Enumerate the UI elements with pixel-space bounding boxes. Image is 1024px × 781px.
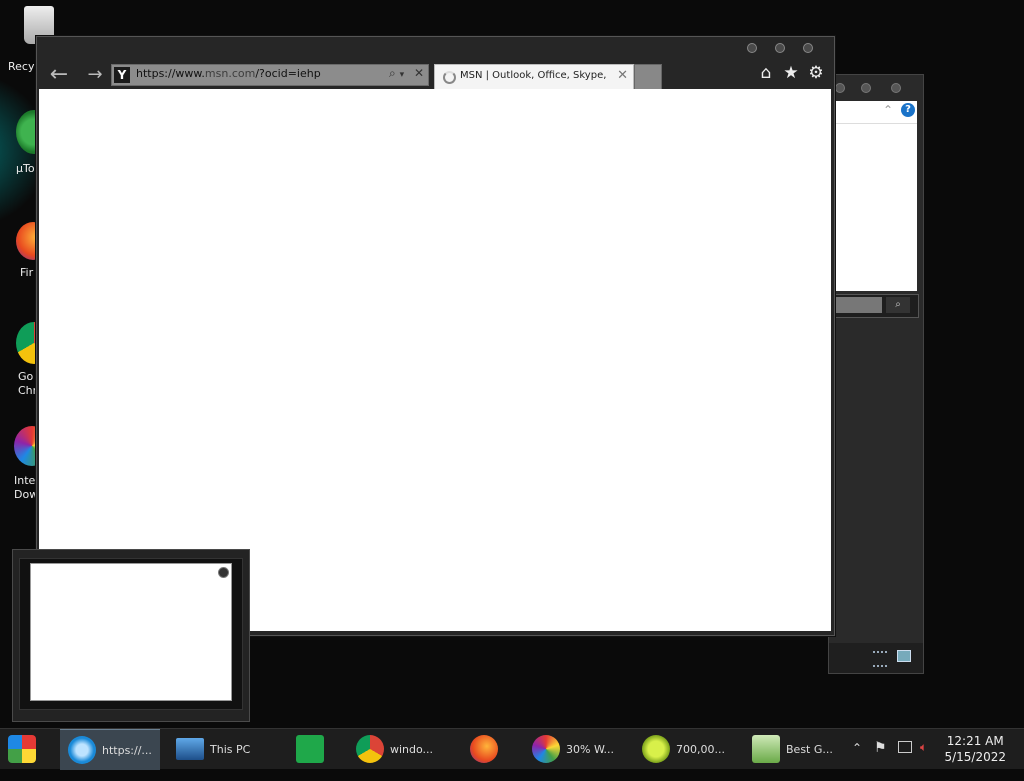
background-search[interactable]: ⌕	[835, 294, 919, 318]
url-prefix: https://www.	[136, 67, 205, 80]
desktop-icon-label: Inte Dow	[14, 474, 39, 501]
settings-gear-icon[interactable]: ⚙	[806, 63, 826, 83]
minimize-button[interactable]	[747, 43, 757, 53]
favorites-star-icon[interactable]: ★	[781, 63, 801, 83]
url-domain: msn.com	[204, 67, 256, 80]
desktop-icon-label: µTo	[16, 162, 35, 175]
url-suffix: /?ocid=iehp	[255, 67, 321, 80]
maximize-button[interactable]	[861, 83, 871, 93]
thumbnail-frame	[19, 558, 243, 710]
taskbar-clock[interactable]: 12:21 AM 5/15/2022	[944, 733, 1006, 765]
taskbar-item-store[interactable]	[288, 729, 344, 769]
taskbar-item-label: https://...	[102, 743, 152, 757]
desktop-icon-label: Fir	[20, 266, 34, 279]
taskbar-item-label: This PC	[210, 742, 251, 756]
clock-date: 5/15/2022	[944, 750, 1006, 764]
idm-icon	[532, 735, 560, 763]
computer-icon	[176, 738, 204, 760]
store-icon	[296, 735, 324, 763]
address-tools: ⌕ ▾ ✕	[389, 66, 424, 81]
help-icon[interactable]: ?	[901, 103, 915, 117]
taskbar: https://... This PC windo... 30% W... 70…	[0, 728, 1024, 770]
firefox-icon	[470, 735, 498, 763]
thumbnail-image[interactable]	[30, 563, 232, 701]
taskbar-item-label: 700,00...	[676, 742, 725, 756]
background-window[interactable]: ⌃ ? ⌕	[828, 74, 924, 674]
back-button[interactable]: ←	[45, 63, 73, 87]
taskbar-item-chrome[interactable]: windo...	[348, 729, 460, 769]
taskbar-item-firefox[interactable]	[462, 729, 518, 769]
network-icon[interactable]	[898, 741, 912, 781]
search-input[interactable]	[836, 297, 882, 313]
taskbar-item-label: Best G...	[786, 742, 833, 756]
site-favicon-icon: Y	[114, 67, 130, 83]
tab-close-icon[interactable]: ✕	[617, 68, 628, 83]
search-icon[interactable]: ⌕	[886, 297, 910, 313]
chevron-up-icon: ⌃	[852, 741, 863, 755]
large-icons-view-icon[interactable]	[897, 650, 911, 662]
action-center-flag-icon[interactable]: ⚑	[874, 740, 887, 780]
close-button[interactable]	[891, 83, 901, 93]
address-bar[interactable]: Y https://www.msn.com/?ocid=iehp ⌕ ▾ ✕	[111, 64, 429, 86]
internet-explorer-icon	[68, 736, 96, 764]
desktop-icon-label: Go Chr	[18, 370, 38, 397]
background-window-pane	[835, 101, 917, 291]
taskbar-item-label: 30% W...	[566, 742, 615, 756]
taskbar-item-label: windo...	[390, 742, 434, 756]
tab-title: MSN | Outlook, Office, Skype, Bi...	[460, 70, 610, 81]
home-icon[interactable]: ⌂	[756, 63, 776, 83]
arrow-left-icon: ←	[49, 62, 69, 87]
app-s-icon	[642, 735, 670, 763]
loading-spinner-icon	[443, 71, 456, 84]
stop-icon[interactable]: ✕	[414, 66, 424, 80]
taskbar-item-ie[interactable]: https://...	[60, 729, 160, 770]
volume-muted-icon[interactable]: 🔈︎	[920, 740, 927, 780]
background-window-statusbar	[829, 643, 923, 673]
installer-icon	[752, 735, 780, 763]
address-url[interactable]: https://www.msn.com/?ocid=iehp	[136, 67, 321, 80]
close-button[interactable]	[803, 43, 813, 53]
taskbar-item-this-pc[interactable]: This PC	[168, 729, 286, 769]
new-tab-button[interactable]	[634, 64, 662, 90]
dropdown-icon[interactable]: ▾	[400, 70, 405, 80]
taskbar-item-idm[interactable]: 30% W...	[524, 729, 628, 769]
clock-time: 12:21 AM	[946, 734, 1004, 748]
minimize-button[interactable]	[835, 83, 845, 93]
details-view-icon[interactable]	[873, 651, 887, 667]
forward-button[interactable]: →	[81, 63, 109, 87]
show-hidden-icons-button[interactable]: ⌃	[852, 741, 862, 781]
arrow-right-icon: →	[87, 64, 103, 85]
start-button[interactable]	[0, 729, 56, 769]
start-orb-icon	[8, 735, 36, 763]
browser-tab[interactable]: MSN | Outlook, Office, Skype, Bi... ✕	[434, 64, 634, 89]
maximize-button[interactable]	[775, 43, 785, 53]
thumbnail-close-icon[interactable]	[218, 567, 229, 578]
taskbar-thumbnail-preview[interactable]	[12, 549, 250, 722]
taskbar-item-app-s[interactable]: 700,00...	[634, 729, 738, 769]
chrome-icon	[356, 735, 384, 763]
taskbar-item-installer[interactable]: Best G...	[744, 729, 844, 769]
chevron-up-icon[interactable]: ⌃	[883, 103, 893, 117]
background-window-header: ⌃ ?	[835, 101, 917, 124]
search-icon[interactable]: ⌕	[389, 66, 396, 80]
browser-window[interactable]: ← → Y https://www.msn.com/?ocid=iehp ⌕ ▾…	[36, 36, 835, 636]
